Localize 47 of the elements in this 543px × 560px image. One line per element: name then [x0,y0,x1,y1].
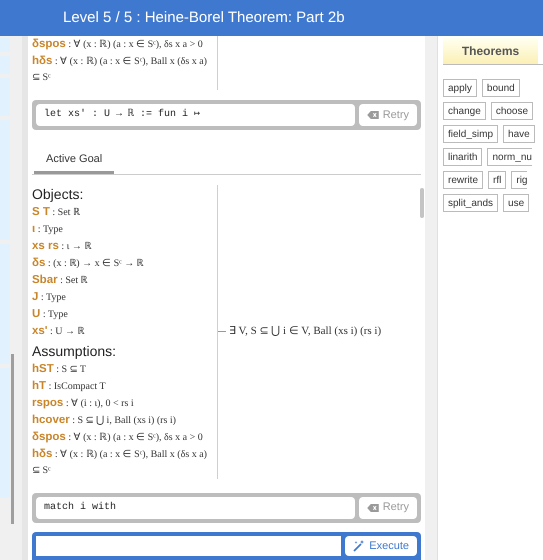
tactic-button[interactable]: apply [443,79,477,97]
section-heading: Assumptions: [32,342,118,360]
hypothesis: xs rs : ι → ℝ [32,238,92,254]
hypothesis: Sbar : Set ℝ [32,272,89,288]
connector-line [218,331,226,332]
hypothesis: hT : IsCompact T [32,378,107,394]
level-title: Level 5 / 5 : Heine-Borel Theorem: Part 2b [63,8,345,28]
command-input[interactable] [36,536,342,556]
section-heading: Objects: [32,184,84,204]
list-item[interactable] [0,368,10,498]
tactic-button[interactable]: split_ands [443,194,498,212]
goal-tab[interactable]: Active Goal [34,148,114,174]
hypothesis: δspos : ∀ (x : ℝ) (a : x ∈ Sᶜ), δs x a > 0 [32,430,204,444]
hypothesis: ι : Type [32,222,64,236]
hypothesis: hST : S ⊆ T [32,362,88,376]
tactic-button[interactable]: linarith [443,148,482,166]
splitter-bar[interactable] [22,36,28,560]
hypothesis: hδs : ∀ (x : ℝ) (a : x ∈ Sᶜ), Ball x (δs x a) ⊆ Sᶜ [32,446,208,478]
hypothesis: S T : Set ℝ [32,204,81,220]
scrollbar[interactable] [11,354,14,524]
tactic-button[interactable]: have [503,125,535,143]
backspace-icon [366,504,379,512]
hypothesis: hδs : ∀ (x : ℝ) (a : x ∈ Sᶜ), Ball x (δs x a) ⊆ Sᶜ [32,54,208,85]
splitter-bar[interactable] [425,36,437,560]
tactic-button[interactable]: rig [511,171,528,189]
hypothesis: hcover : S ⊆ ⋃ i, Ball (xs i) (rs i) [32,412,177,428]
tactic-button[interactable]: bound [482,79,520,97]
hypothesis: rspos : ∀ (i : ι), 0 < rs i [32,396,135,410]
theorems-tab[interactable]: Theorems [443,38,538,64]
hypothesis: U : Type [32,306,69,322]
list-item[interactable] [0,244,10,364]
magic-wand-icon [353,540,366,552]
tactic-button[interactable]: norm_nu [487,148,532,166]
tactic-button[interactable]: rewrite [443,171,484,189]
tactic-button[interactable]: field_simp [443,125,498,143]
hypothesis: δspos : ∀ (x : ℝ) (a : x ∈ Sᶜ), δs x a > 0 [32,37,204,52]
execute-button[interactable]: Execute [345,536,417,556]
hypothesis: J : Type [32,290,67,304]
tactic-button[interactable]: use [503,194,530,212]
scrollbar[interactable] [420,188,424,218]
tactic-button[interactable]: choose [490,102,534,120]
hypothesis: xs' : U → ℝ [32,324,86,338]
backspace-icon [366,111,379,119]
tactic-button[interactable]: rfl [488,171,506,189]
tactic-button[interactable]: change [443,102,486,120]
hypothesis: δs : (x : ℝ) → x ∈ Sᶜ → ℝ [32,256,145,270]
goal-target: ∃ V, S ⊆ ⋃ i ∈ V, Ball (xs i) (rs i) [229,324,382,340]
